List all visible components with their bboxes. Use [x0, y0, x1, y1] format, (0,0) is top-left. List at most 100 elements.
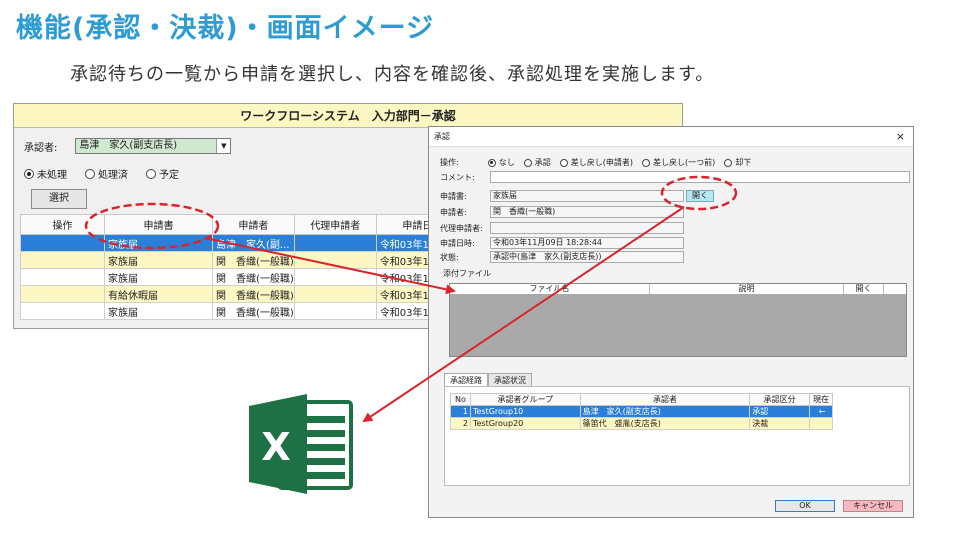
- dialog-titlebar: 承認 ×: [429, 127, 913, 147]
- op-none[interactable]: なし: [487, 157, 515, 168]
- attach-col-open[interactable]: 開く: [844, 284, 884, 294]
- cell-op: [20, 302, 105, 320]
- window-title: ワークフローシステム 入力部門－承認: [14, 104, 682, 128]
- cell-proxy: [293, 268, 377, 286]
- attach-col-description[interactable]: 説明: [650, 284, 844, 294]
- comment-label: コメント:: [440, 172, 475, 182]
- col-header-form[interactable]: 申請書: [104, 214, 213, 235]
- cell-applicant: 関 香織(一般職): [212, 302, 295, 320]
- radio-icon[interactable]: [146, 168, 156, 179]
- route-cell-current: [809, 417, 833, 430]
- attachments-label: 添付ファイル: [443, 269, 491, 278]
- op-return-applicant[interactable]: 差し戻し(申請者): [559, 157, 633, 168]
- comment-row: コメント:: [440, 171, 910, 183]
- approval-dialog: 承認 × 操作: なし 承認 差し戻し(申請者) 差し戻し(一つ前) 却下 コメ…: [428, 126, 914, 518]
- route-cell-no: 1: [450, 405, 471, 418]
- route-col-no[interactable]: No: [450, 393, 471, 406]
- date-value: 令和03年11月09日 18:28:44: [490, 237, 684, 249]
- route-col-kind[interactable]: 承認区分: [749, 393, 811, 406]
- cell-op: [20, 268, 105, 286]
- cell-form: 有給休暇届: [104, 285, 213, 303]
- route-panel: No 承認者グループ 承認者 承認区分 現在 1 TestGroup10 島津 家久…: [444, 386, 910, 486]
- route-grid: No 承認者グループ 承認者 承認区分 現在 1 TestGroup10 島津 家久…: [450, 393, 833, 430]
- open-form-button[interactable]: 開く: [686, 190, 714, 202]
- route-col-group[interactable]: 承認者グループ: [469, 393, 581, 406]
- cell-proxy: [293, 285, 377, 303]
- route-row[interactable]: 1 TestGroup10 島津 家久(副支店長) 承認 ←: [450, 405, 833, 418]
- slide-subtitle: 承認待ちの一覧から申請を選択し、内容を確認後、承認処理を実施します。: [70, 64, 715, 85]
- route-cell-approver: 島津 家久(副支店長): [579, 405, 751, 418]
- op-return-previous[interactable]: 差し戻し(一つ前): [641, 157, 716, 168]
- op-label: 差し戻し(申請者): [570, 158, 633, 167]
- svg-text:X: X: [261, 425, 290, 469]
- proxy-row: 代理申請者:: [440, 222, 684, 234]
- select-button[interactable]: 選択: [31, 189, 87, 209]
- cell-form: 家族届: [104, 251, 213, 269]
- slide-title: 機能(承認・決裁)・画面イメージ: [16, 13, 435, 44]
- form-value: 家族届: [490, 190, 684, 202]
- op-approve[interactable]: 承認: [523, 157, 551, 168]
- col-header-operation[interactable]: 操作: [20, 214, 105, 235]
- form-row: 申請書: 家族届: [440, 190, 684, 202]
- radio-icon[interactable]: [523, 158, 532, 167]
- route-cell-current: ←: [809, 405, 833, 418]
- close-icon[interactable]: ×: [896, 127, 905, 147]
- cancel-button[interactable]: キャンセル: [843, 500, 903, 512]
- route-row[interactable]: 2 TestGroup20 篠笛代 盛胤(支店長) 決裁: [450, 417, 833, 430]
- proxy-value: [490, 222, 684, 234]
- attach-col-filename[interactable]: ファイル名: [450, 284, 650, 294]
- radio-icon[interactable]: [641, 158, 650, 167]
- op-label: 差し戻し(一つ前): [652, 158, 716, 167]
- radio-icon[interactable]: [724, 158, 733, 167]
- op-label: なし: [498, 158, 515, 167]
- status-filter: 未処理 処理済 予定: [24, 166, 179, 181]
- ok-button[interactable]: OK: [775, 500, 835, 512]
- route-cell-no: 2: [450, 417, 471, 430]
- applicant-row: 申請者: 関 香織(一般職): [440, 206, 684, 218]
- dropdown-arrow-icon[interactable]: ▼: [216, 139, 231, 153]
- cell-applicant: 関 香織(一般職): [212, 268, 295, 286]
- filter-unprocessed[interactable]: 未処理: [24, 166, 67, 181]
- approver-value: 島津 家久(副支店長): [79, 140, 178, 151]
- route-col-current[interactable]: 現在: [809, 393, 833, 406]
- radio-icon[interactable]: [85, 168, 95, 179]
- dialog-title: 承認: [434, 132, 450, 141]
- attachments-grid: ファイル名 説明 開く: [449, 283, 907, 357]
- radio-icon[interactable]: [24, 168, 34, 179]
- cell-applicant: 関 香織(一般職): [212, 285, 295, 303]
- filter-processed[interactable]: 処理済: [85, 166, 128, 181]
- filter-label: 予定: [159, 170, 179, 181]
- cell-proxy: [293, 234, 377, 252]
- op-label: 承認: [534, 158, 551, 167]
- cell-op: [20, 234, 105, 252]
- attachments-header: ファイル名 説明 開く: [450, 284, 906, 295]
- route-col-approver[interactable]: 承認者: [579, 393, 751, 406]
- cell-applicant: 島津 家久(副...: [212, 234, 295, 252]
- date-label: 申請日時:: [440, 238, 475, 248]
- approver-row: 承認者: 島津 家久(副支店長) ▼: [24, 138, 232, 154]
- cell-proxy: [293, 251, 377, 269]
- operation-label: 操作:: [440, 158, 459, 167]
- op-reject[interactable]: 却下: [724, 157, 751, 168]
- cell-applicant: 関 香織(一般職): [212, 251, 295, 269]
- cell-form: 家族届: [104, 234, 213, 252]
- date-row: 申請日時: 令和03年11月09日 18:28:44: [440, 237, 684, 249]
- col-header-proxy[interactable]: 代理申請者: [293, 214, 377, 235]
- status-label: 状態:: [440, 252, 459, 262]
- cell-form: 家族届: [104, 302, 213, 320]
- radio-icon[interactable]: [559, 158, 568, 167]
- comment-input[interactable]: [490, 171, 910, 183]
- route-cell-kind: 決裁: [749, 417, 811, 430]
- radio-icon[interactable]: [487, 158, 496, 167]
- route-cell-approver: 篠笛代 盛胤(支店長): [579, 417, 751, 430]
- route-cell-kind: 承認: [749, 405, 811, 418]
- excel-icon: X: [249, 394, 353, 494]
- applicant-label: 申請者:: [440, 207, 467, 217]
- col-header-applicant[interactable]: 申請者: [212, 214, 295, 235]
- filter-scheduled[interactable]: 予定: [146, 166, 179, 181]
- approver-select[interactable]: 島津 家久(副支店長) ▼: [75, 138, 232, 154]
- filter-label: 未処理: [37, 170, 67, 181]
- operation-options: 操作: なし 承認 差し戻し(申請者) 差し戻し(一つ前) 却下: [440, 157, 751, 168]
- op-label: 却下: [735, 158, 752, 167]
- route-cell-group: TestGroup20: [469, 417, 581, 430]
